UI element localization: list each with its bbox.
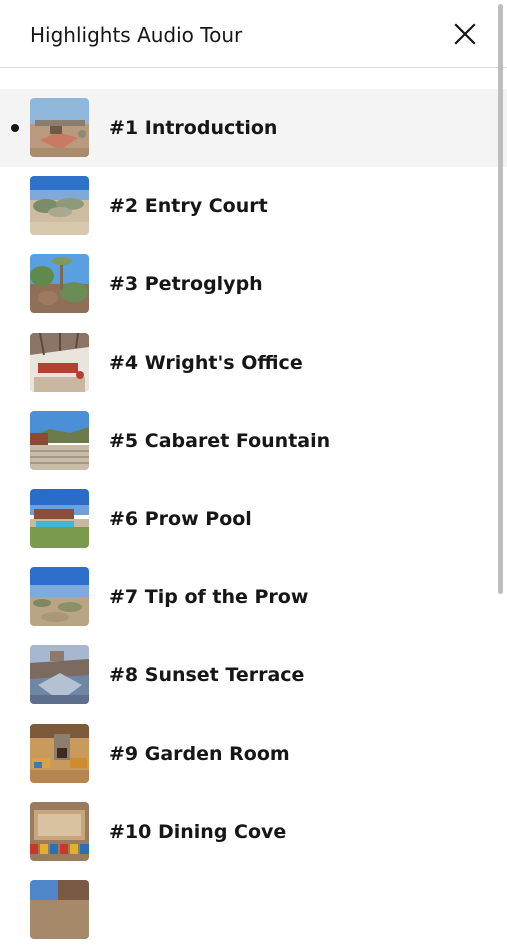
stop-9-thumbnail xyxy=(30,723,89,783)
tour-stop-label: #7 Tip of the Prow xyxy=(109,586,309,609)
tour-stop-label: #4 Wright's Office xyxy=(109,351,303,374)
tour-stop-item[interactable]: #3 Petroglyph xyxy=(0,245,507,323)
tour-stop-item[interactable]: #5 Cabaret Fountain xyxy=(0,402,507,480)
tour-stop-label: #10 Dining Cove xyxy=(109,820,287,843)
tour-stop-label: #1 Introduction xyxy=(109,117,278,139)
page-title: Highlights Audio Tour xyxy=(30,23,243,47)
tour-stop-list: #1 Introduction #2 Entry Court #3 Petrog… xyxy=(0,89,507,949)
tour-stop-item[interactable]: #9 Garden Room xyxy=(0,715,507,793)
stop-1-thumbnail xyxy=(30,98,89,157)
tour-stop-item[interactable]: #2 Entry Court xyxy=(0,167,507,245)
tour-stop-label: #3 Petroglyph xyxy=(109,273,263,296)
tour-stop-item[interactable] xyxy=(0,871,507,949)
tour-stop-item[interactable]: #8 Sunset Terrace xyxy=(0,636,507,714)
tour-stop-item[interactable]: #1 Introduction xyxy=(0,89,507,168)
header: Highlights Audio Tour xyxy=(0,0,507,68)
stop-8-thumbnail xyxy=(30,645,89,705)
tour-stop-label: #2 Entry Court xyxy=(109,195,268,218)
stop-6-thumbnail xyxy=(30,488,89,548)
stop-3-thumbnail xyxy=(30,254,89,314)
tour-stop-label: #8 Sunset Terrace xyxy=(109,664,305,687)
now-playing-indicator xyxy=(11,124,19,132)
stop-4-thumbnail xyxy=(30,332,89,392)
tour-stop-item[interactable]: #7 Tip of the Prow xyxy=(0,558,507,636)
tour-stop-label: #9 Garden Room xyxy=(109,742,290,765)
close-icon xyxy=(454,23,476,45)
stop-5-thumbnail xyxy=(30,410,89,470)
stop-10-thumbnail xyxy=(30,801,89,861)
stop-11-thumbnail xyxy=(30,879,89,939)
tour-stop-item[interactable]: #10 Dining Cove xyxy=(0,793,507,871)
close-button[interactable] xyxy=(448,18,482,52)
stop-2-thumbnail xyxy=(30,176,89,236)
tour-stop-label: #6 Prow Pool xyxy=(109,507,252,530)
tour-stop-label: #5 Cabaret Fountain xyxy=(109,429,331,452)
tour-stop-item[interactable]: #6 Prow Pool xyxy=(0,480,507,558)
stop-7-thumbnail xyxy=(30,567,89,627)
tour-stop-item[interactable]: #4 Wright's Office xyxy=(0,324,507,402)
scrollbar[interactable] xyxy=(498,4,503,594)
